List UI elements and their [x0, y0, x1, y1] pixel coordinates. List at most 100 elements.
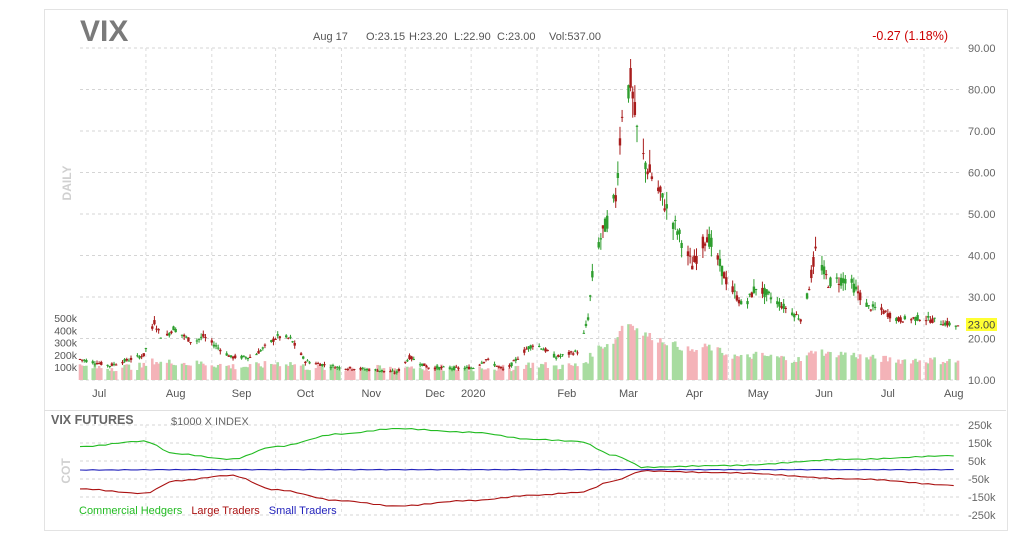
candle-body	[367, 369, 371, 371]
candle-body	[353, 369, 356, 371]
candle	[100, 360, 103, 366]
candle	[316, 361, 320, 365]
candle	[523, 346, 526, 356]
x-tick-label: Dec	[425, 388, 445, 400]
x-tick-label: Mar	[619, 388, 638, 400]
candle-body	[435, 366, 439, 369]
cot-legend: Commercial Hedgers Large Traders Small Tra…	[79, 505, 337, 517]
candle	[827, 285, 830, 289]
candle-body	[537, 345, 541, 347]
volume-bar	[412, 368, 416, 380]
candle-body	[671, 222, 675, 229]
candle-body	[151, 326, 154, 329]
candle	[227, 354, 231, 357]
volume-bar	[263, 361, 267, 380]
candle-body	[210, 340, 214, 343]
candle-body	[289, 336, 292, 338]
candle-body	[897, 317, 900, 321]
candle-body	[616, 173, 620, 178]
candle	[525, 346, 528, 350]
candle	[537, 343, 541, 348]
candle	[635, 124, 639, 143]
candle-body	[810, 269, 813, 279]
candle-body	[214, 345, 218, 347]
candle-body	[691, 265, 694, 270]
candle	[91, 359, 94, 365]
candle-body	[703, 243, 707, 246]
candle	[603, 217, 607, 232]
candle	[867, 305, 870, 309]
candle	[129, 355, 133, 363]
cot-tick-label: -150k	[968, 492, 996, 504]
x-tick-label: May	[748, 388, 769, 400]
candle	[780, 302, 783, 310]
candle-body	[871, 304, 875, 307]
candle	[880, 303, 883, 316]
candle-body	[725, 277, 728, 285]
volume-bar	[144, 365, 148, 380]
candle	[263, 343, 267, 349]
candle-body	[799, 319, 802, 322]
volume-bar	[159, 361, 163, 380]
price-tick-label: 30.00	[968, 292, 996, 304]
cot-series[interactable]	[79, 427, 954, 507]
candle	[421, 363, 424, 367]
volume-bar	[799, 361, 802, 380]
x-tick-label: Jul	[881, 388, 895, 400]
candle	[795, 311, 798, 316]
candle	[871, 301, 875, 311]
volume-bar	[561, 364, 564, 380]
candle-body	[731, 286, 734, 293]
candle	[948, 321, 951, 327]
candle-body	[746, 301, 749, 305]
candle-body	[701, 236, 705, 249]
price-tick-label: 80.00	[968, 85, 996, 97]
candle-body	[552, 353, 556, 358]
x-tick-label: Sep	[232, 388, 252, 400]
candle-body	[852, 283, 856, 293]
x-tick-label: Jul	[92, 388, 106, 400]
candle-body	[255, 354, 258, 356]
candle	[569, 350, 573, 355]
candle	[601, 225, 605, 239]
volume-bar	[918, 360, 922, 380]
volume-bar	[769, 354, 773, 380]
candle	[856, 285, 860, 301]
vix-chart[interactable]: VIX Aug 17 O:23.15 H:23.20 L:22.90 C:23.…	[0, 0, 1031, 537]
candle	[106, 364, 109, 368]
candle-body	[323, 364, 326, 366]
candle	[246, 357, 250, 362]
candlestick-series[interactable]	[78, 59, 960, 375]
candle	[138, 355, 141, 360]
candle-body	[606, 215, 609, 229]
volume-bar	[189, 365, 192, 380]
candle-body	[438, 367, 441, 370]
volume-bar	[933, 357, 936, 380]
candle-body	[361, 367, 364, 369]
candle-body	[954, 325, 958, 327]
candle-body	[423, 363, 426, 366]
candle-body	[331, 365, 335, 367]
volume-bar	[486, 368, 490, 380]
candle	[202, 330, 205, 339]
candle-body	[591, 271, 594, 278]
candle	[797, 314, 800, 321]
candle	[108, 365, 111, 369]
candle	[78, 358, 82, 361]
period-label: DAILY	[60, 166, 74, 201]
candle-body	[567, 351, 571, 355]
candle	[941, 320, 945, 326]
legend-item: Commercial Hedgers	[79, 505, 183, 517]
candle-body	[229, 355, 233, 358]
candle	[189, 341, 192, 345]
volume-bar	[650, 340, 654, 380]
candle-body	[620, 116, 624, 118]
candle-body	[646, 171, 649, 175]
candle	[195, 338, 199, 345]
candle-body	[121, 361, 124, 364]
candle-body	[869, 309, 873, 311]
candle-body	[463, 367, 466, 369]
candle	[244, 356, 248, 360]
candle-body	[480, 362, 483, 364]
candle-body	[854, 286, 858, 290]
